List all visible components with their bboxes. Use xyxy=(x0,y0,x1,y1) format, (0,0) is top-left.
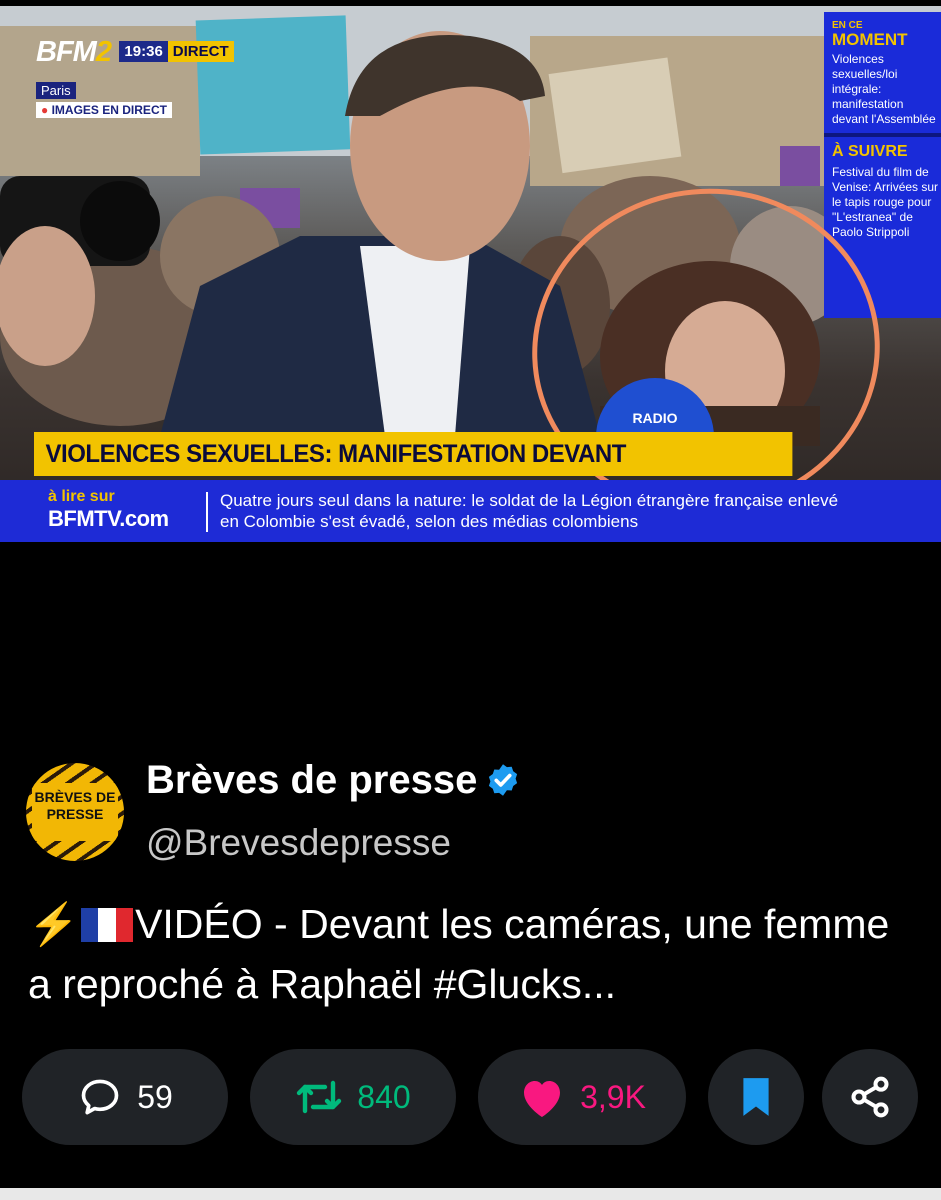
tweet-text: ⚡ VIDÉO - Devant les caméras, une femme a… xyxy=(28,894,908,1014)
bookmark-icon xyxy=(743,1078,769,1116)
account-handle[interactable]: @Brevesdepresse xyxy=(146,822,451,864)
channel-logo: BFM2 19:36 DIRECT xyxy=(36,36,234,69)
live-badge: DIRECT xyxy=(167,41,234,62)
now-text: Violences sexuelles/loi intégrale: manif… xyxy=(832,52,936,126)
bottom-divider xyxy=(0,1188,941,1200)
ticker-text: Quatre jours seul dans la nature: le sol… xyxy=(220,491,839,531)
live-images-label: ● IMAGES EN DIRECT xyxy=(36,102,172,118)
headline-banner: VIOLENCES SEXUELLES: MANIFESTATION DEVAN… xyxy=(34,432,793,512)
lightning-emoji: ⚡ xyxy=(28,901,80,947)
france-flag-icon xyxy=(81,898,134,942)
video-frame[interactable]: BFM2 19:36 DIRECT Paris ● IMAGES EN DIREC… xyxy=(0,6,941,542)
now-heading: MOMENT xyxy=(832,30,908,49)
ticker-source: à lire sur BFMTV.com xyxy=(48,488,169,531)
like-count: 3,9K xyxy=(580,1078,646,1115)
live-dot-icon: ● xyxy=(41,103,49,117)
bookmark-button[interactable] xyxy=(708,1049,804,1145)
news-ticker: à lire sur BFMTV.com Quatre jours seul d… xyxy=(0,480,941,542)
retweet-icon xyxy=(297,1080,342,1114)
sidebar-divider xyxy=(824,133,941,137)
reply-button[interactable]: 59 xyxy=(22,1049,228,1145)
avatar[interactable]: BRÈVES DE PRESSE xyxy=(26,763,124,861)
retweet-count: 840 xyxy=(357,1078,411,1115)
next-heading: À SUIVRE xyxy=(832,143,908,160)
broadcast-time: 19:36 xyxy=(119,41,168,62)
retweet-button[interactable]: 840 xyxy=(250,1049,456,1145)
verified-badge-icon xyxy=(489,764,518,796)
reply-count: 59 xyxy=(137,1078,173,1115)
share-button[interactable] xyxy=(822,1049,918,1145)
share-icon xyxy=(851,1076,889,1118)
like-button[interactable]: 3,9K xyxy=(478,1049,686,1145)
city-label: Paris xyxy=(36,82,76,99)
reply-icon xyxy=(81,1079,119,1115)
account-name[interactable]: Brèves de presse xyxy=(146,758,521,803)
avatar-text: BRÈVES DE PRESSE xyxy=(32,783,118,841)
next-text: Festival du film de Venise: Arrivées sur… xyxy=(832,165,939,239)
ticker-divider xyxy=(206,492,208,532)
location-tag: Paris ● IMAGES EN DIRECT xyxy=(36,82,172,118)
heart-icon xyxy=(524,1081,561,1117)
